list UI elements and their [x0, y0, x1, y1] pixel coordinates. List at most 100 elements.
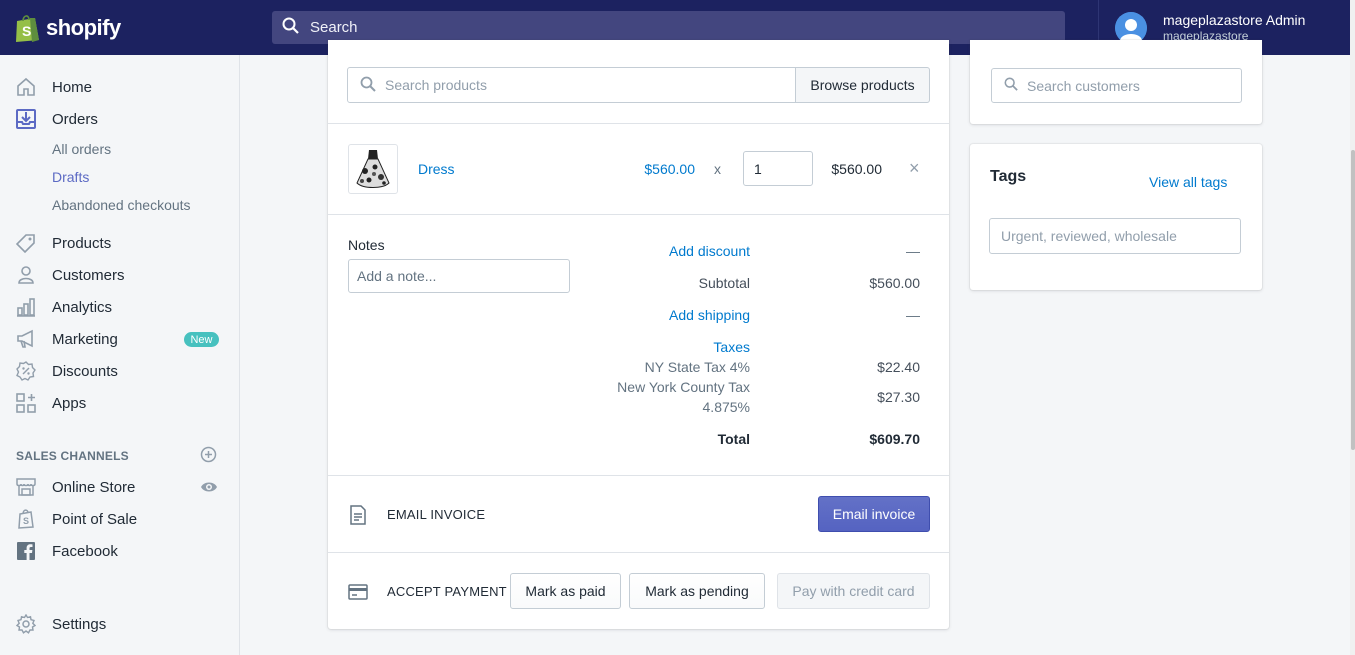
sidebar-item-label: Settings: [52, 615, 107, 633]
mark-as-paid-button[interactable]: Mark as paid: [510, 573, 621, 609]
store-icon: [16, 477, 36, 497]
add-shipping-link[interactable]: Add shipping: [608, 307, 750, 323]
customer-card: Search customers: [970, 40, 1262, 124]
sidebar-item-analytics[interactable]: Analytics: [0, 291, 239, 323]
tags-placeholder: Urgent, reviewed, wholesale: [1001, 228, 1177, 244]
search-customers-placeholder: Search customers: [1027, 77, 1140, 94]
megaphone-icon: [16, 329, 36, 349]
discount-icon: [16, 361, 36, 381]
search-customers-input[interactable]: Search customers: [991, 68, 1242, 103]
invoice-icon: [349, 505, 367, 528]
divider: [328, 552, 949, 553]
sidebar-item-label: Home: [52, 78, 93, 96]
notes-label: Notes: [348, 237, 385, 253]
avatar: [1115, 11, 1147, 44]
total-value: $609.70: [869, 431, 920, 447]
home-icon: [16, 77, 36, 97]
account-name: mageplazastore Admin: [1163, 11, 1306, 28]
pos-icon: S: [16, 509, 36, 529]
tax-line-2-label: New York County Tax: [617, 379, 750, 395]
new-badge: New: [184, 332, 219, 347]
tax-line-1-label: NY State Tax 4%: [644, 359, 750, 375]
notes-placeholder: Add a note...: [357, 268, 437, 284]
accept-payment-title: ACCEPT PAYMENT: [387, 584, 507, 599]
add-channel-icon[interactable]: [200, 446, 217, 466]
mark-as-pending-button[interactable]: Mark as pending: [629, 573, 765, 609]
view-all-tags-link[interactable]: View all tags: [1149, 174, 1227, 190]
sidebar-item-label: Marketing: [52, 330, 118, 348]
tax-line-2-value: $27.30: [877, 389, 920, 405]
sidebar-item-label: Analytics: [52, 298, 113, 316]
total-label: Total: [717, 431, 750, 447]
sidebar-item-label: Orders: [52, 110, 98, 128]
browse-products-button[interactable]: Browse products: [795, 67, 930, 103]
eye-icon[interactable]: [200, 479, 218, 498]
tag-icon: [16, 233, 36, 253]
taxes-link[interactable]: Taxes: [608, 339, 750, 355]
apps-icon: [16, 393, 36, 413]
draft-order-card: Search products Browse products Dress $5…: [328, 40, 949, 629]
divider: [328, 475, 949, 476]
bar-chart-icon: [16, 297, 36, 317]
search-products-placeholder: Search products: [385, 77, 487, 93]
sidebar-item-label: Point of Sale: [52, 510, 138, 528]
global-search-label: Search: [310, 19, 358, 36]
sidebar-item-apps[interactable]: Apps: [0, 387, 239, 419]
product-thumbnail: [348, 144, 398, 194]
quantity-input[interactable]: 1: [743, 151, 813, 186]
remove-item-icon[interactable]: ×: [909, 158, 920, 179]
orders-icon: [16, 109, 36, 129]
tax-line-1-value: $22.40: [877, 359, 920, 375]
sidebar-item-settings[interactable]: Settings: [0, 608, 239, 640]
sidebar-item-point-of-sale[interactable]: S Point of Sale: [0, 503, 239, 535]
line-item-name[interactable]: Dress: [418, 161, 455, 177]
sidebar-item-label: Apps: [52, 394, 87, 412]
search-icon: [1004, 77, 1018, 94]
sidebar-item-customers[interactable]: Customers: [0, 259, 239, 291]
svg-text:S: S: [22, 23, 31, 39]
notes-input[interactable]: Add a note...: [348, 259, 570, 293]
sidebar-item-label: Products: [52, 234, 112, 252]
sidebar-item-label: Facebook: [52, 542, 118, 560]
facebook-icon: [16, 541, 36, 561]
credit-card-icon: [348, 584, 368, 603]
sidebar-item-label: Online Store: [52, 478, 136, 496]
discount-value: —: [906, 243, 920, 259]
shopify-logo[interactable]: S shopify: [0, 0, 240, 55]
add-discount-link[interactable]: Add discount: [608, 243, 750, 259]
sidebar-item-facebook[interactable]: Facebook: [0, 535, 239, 567]
sidebar-item-products[interactable]: Products: [0, 227, 239, 259]
pay-with-credit-card-button[interactable]: Pay with credit card: [777, 573, 930, 609]
sidebar-item-discounts[interactable]: Discounts: [0, 355, 239, 387]
sidebar: Home Orders All orders Drafts Abandoned …: [0, 55, 240, 655]
divider: [328, 214, 949, 215]
tax-line-2-label-rate: 4.875%: [702, 399, 750, 415]
email-invoice-title: EMAIL INVOICE: [387, 507, 486, 522]
tags-card: Tags View all tags Urgent, reviewed, who…: [970, 144, 1262, 290]
shopify-bag-icon: S: [14, 13, 40, 43]
divider: [328, 123, 949, 124]
search-icon: [360, 76, 376, 95]
sidebar-item-orders[interactable]: Orders: [0, 103, 239, 135]
sidebar-subitem-abandoned-checkouts[interactable]: Abandoned checkouts: [52, 197, 191, 213]
email-invoice-button[interactable]: Email invoice: [818, 496, 930, 532]
line-item-times: x: [714, 161, 721, 177]
sidebar-item-home[interactable]: Home: [0, 71, 239, 103]
sidebar-item-label: Customers: [52, 266, 125, 284]
line-item-total: $560.00: [831, 161, 882, 177]
person-icon: [16, 265, 36, 285]
sidebar-subitem-all-orders[interactable]: All orders: [52, 141, 111, 157]
sales-channels-title: SALES CHANNELS: [16, 449, 129, 463]
subtotal-value: $560.00: [869, 275, 920, 291]
subtotal-label: Subtotal: [698, 275, 750, 291]
search-products-input[interactable]: Search products: [347, 67, 796, 103]
sidebar-item-label: Discounts: [52, 362, 118, 380]
brand-name: shopify: [46, 14, 121, 40]
svg-text:S: S: [23, 516, 29, 526]
tags-input[interactable]: Urgent, reviewed, wholesale: [989, 218, 1241, 254]
sidebar-subitem-drafts[interactable]: Drafts: [52, 169, 89, 185]
line-item-unit-price[interactable]: $560.00: [628, 161, 695, 177]
scrollbar-thumb[interactable]: [1351, 150, 1355, 450]
gear-icon: [16, 614, 36, 634]
search-icon: [282, 17, 300, 38]
